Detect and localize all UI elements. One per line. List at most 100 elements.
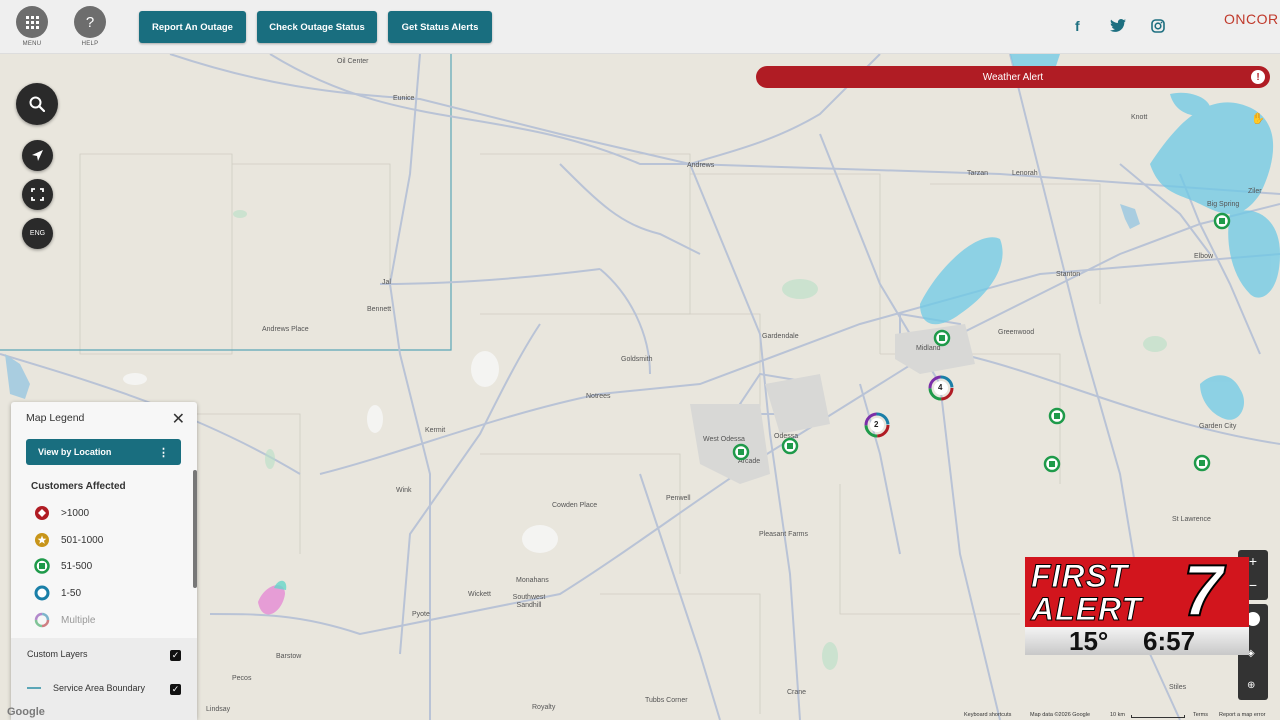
- place-label: Garden City: [1199, 423, 1237, 430]
- time: 6:57: [1143, 626, 1196, 656]
- twitter-icon[interactable]: [1110, 19, 1126, 35]
- map-data-label: Map data ©2026 Google: [1030, 712, 1091, 718]
- place-label: Odessa: [774, 433, 799, 440]
- custom-layers-label: Custom Layers: [27, 649, 88, 659]
- place-label: St Lawrence: [1172, 516, 1211, 523]
- square-marker-icon: [34, 558, 50, 574]
- place-label: West Odessa: [703, 436, 745, 443]
- alert-label: ALERT: [1030, 591, 1143, 628]
- place-label: Gardendale: [762, 333, 799, 340]
- place-label: Bennett: [367, 306, 392, 313]
- locate-button[interactable]: [22, 140, 53, 171]
- place-label: Cowden Place: [552, 502, 598, 509]
- place-label: Elbow: [1194, 253, 1214, 260]
- google-logo: Google: [7, 706, 45, 718]
- star-marker-icon: [35, 533, 49, 547]
- place-label: Ziler: [1248, 188, 1262, 195]
- place-label: Monahans: [516, 577, 549, 584]
- place-label: Pecos: [232, 675, 252, 682]
- map-legend-panel: Map Legend ✕ View by Location ⋮ Customer…: [11, 402, 197, 720]
- report-map-error-link[interactable]: Report a map error: [1219, 712, 1265, 718]
- first-alert-overlay: FIRST ALERT 7 15° 6:57: [1025, 551, 1249, 656]
- alert-icon: !: [1251, 70, 1265, 84]
- service-area-row: Service Area Boundary: [27, 683, 145, 693]
- place-label: Wickett: [468, 591, 491, 598]
- help-button[interactable]: ?: [74, 6, 106, 38]
- weather-alert-banner[interactable]: Weather Alert !: [756, 66, 1270, 88]
- legend-item-label: 51-500: [61, 560, 93, 572]
- view-by-location-button[interactable]: View by Location ⋮: [26, 439, 181, 465]
- more-options-icon[interactable]: ⋮: [158, 446, 169, 459]
- place-label: Pleasant Farms: [759, 531, 809, 538]
- diamond-marker-icon: [35, 506, 49, 520]
- weather-alert-label: Weather Alert: [982, 71, 1044, 83]
- cluster-count: 4: [938, 383, 943, 392]
- place-label: Kermit: [425, 427, 446, 434]
- place-label: Crane: [787, 689, 807, 696]
- place-label: Tubbs Corner: [645, 697, 688, 704]
- temp-time-bar: [1025, 627, 1249, 655]
- language-button[interactable]: ENG: [22, 218, 53, 249]
- place-label: Midland: [916, 345, 941, 352]
- view-by-location-label: View by Location: [38, 447, 112, 457]
- place-label: Stanton: [1056, 271, 1081, 278]
- terms-link[interactable]: Terms: [1193, 712, 1208, 718]
- place-label: Southwest Sandhill: [512, 594, 546, 609]
- globe-icon[interactable]: ⊕: [1247, 680, 1255, 691]
- place-label: Arcade: [738, 458, 761, 465]
- place-label: Lindsay: [206, 706, 231, 713]
- help-label: HELP: [81, 41, 99, 47]
- place-label: Stiles: [1169, 684, 1187, 691]
- scale-label: 10 km: [1110, 712, 1125, 718]
- legend-item-label: 1-50: [61, 587, 82, 599]
- legend-item: 51-500: [34, 558, 92, 574]
- place-label: Big Spring: [1207, 201, 1240, 208]
- channel-number: 7: [1182, 551, 1224, 631]
- place-label: Oil Center: [337, 58, 369, 65]
- place-label: Pyote: [412, 611, 430, 618]
- place-label: Andrews Place: [262, 326, 309, 333]
- first-label: FIRST: [1030, 558, 1129, 595]
- customers-affected-heading: Customers Affected: [31, 481, 126, 492]
- place-label: Andrews: [687, 162, 715, 169]
- place-label: Jal: [382, 279, 391, 286]
- pan-hand-icon[interactable]: ✋: [1251, 112, 1265, 125]
- place-label: Tarzan: [967, 170, 989, 177]
- custom-layers-checkbox[interactable]: ✓: [170, 650, 181, 661]
- place-label: Goldsmith: [621, 356, 653, 363]
- place-label: Wink: [396, 487, 412, 494]
- legend-scrollbar[interactable]: [193, 470, 197, 588]
- close-icon[interactable]: ✕: [172, 409, 185, 429]
- keyboard-shortcuts-link[interactable]: Keyboard shortcuts: [964, 712, 1011, 718]
- fullscreen-icon: [31, 188, 44, 201]
- cluster-count: 2: [874, 420, 879, 429]
- legend-item: 1-50: [34, 585, 81, 601]
- menu-button[interactable]: [16, 6, 48, 38]
- place-label: Penwell: [666, 495, 691, 502]
- facebook-icon[interactable]: f: [1075, 18, 1080, 34]
- place-label: Barstow: [276, 653, 302, 660]
- instagram-icon[interactable]: [1151, 19, 1165, 36]
- temperature: 15°: [1069, 626, 1109, 656]
- top-bar: MENU ? HELP Report An Outage Check Outag…: [0, 0, 1280, 54]
- legend-item: Multiple: [34, 612, 95, 628]
- report-outage-button[interactable]: Report An Outage: [139, 11, 246, 43]
- scale-bar: [1131, 715, 1185, 718]
- search-button[interactable]: [16, 83, 58, 125]
- get-status-alerts-button[interactable]: Get Status Alerts: [388, 11, 492, 43]
- legend-item-label: >1000: [61, 507, 90, 519]
- ring-marker-icon: [34, 585, 50, 601]
- legend-item: 501-1000: [34, 532, 103, 548]
- grid-icon: [25, 15, 39, 29]
- fullscreen-button[interactable]: [22, 179, 53, 210]
- check-outage-status-button[interactable]: Check Outage Status: [257, 11, 377, 43]
- place-label: Greenwood: [998, 329, 1035, 336]
- service-area-label: Service Area Boundary: [53, 683, 146, 693]
- place-label: Eunice: [393, 95, 415, 102]
- legend-item-label: Multiple: [61, 614, 96, 626]
- search-icon: [29, 96, 45, 112]
- service-area-checkbox[interactable]: ✓: [170, 684, 181, 695]
- legend-item-label: 501-1000: [61, 534, 104, 546]
- navigation-arrow-icon: [32, 150, 43, 161]
- oncor-logo: ONCOR: [1224, 11, 1279, 27]
